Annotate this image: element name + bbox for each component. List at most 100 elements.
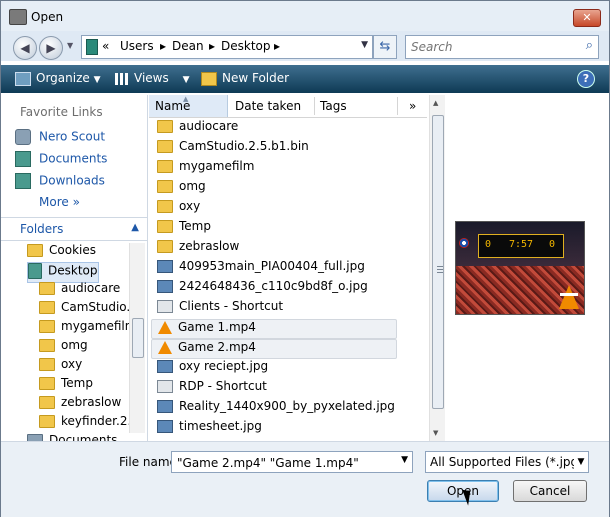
tree-item-camstudio[interactable]: CamStudio.2	[39, 300, 129, 319]
tree-item-audiocare[interactable]: audiocare	[39, 281, 120, 300]
file-list-scrollbar[interactable]: ▲ ▼	[429, 95, 445, 441]
refresh-button[interactable]: ⇆	[373, 35, 397, 59]
help-button[interactable]: ?	[577, 70, 595, 88]
column-name[interactable]: Name	[155, 99, 190, 113]
folder-icon	[157, 120, 173, 133]
more-favorites-link[interactable]: More »	[39, 195, 80, 209]
column-tags[interactable]: Tags	[320, 99, 347, 113]
file-name-combobox[interactable]: ▼	[171, 451, 413, 473]
cancel-button[interactable]: Cancel	[513, 480, 587, 502]
file-name: 409953main_PIA00404_full.jpg	[179, 259, 365, 273]
file-row[interactable]: 409953main_PIA00404_full.jpg	[151, 259, 395, 277]
breadcrumb-overflow[interactable]: «	[102, 39, 109, 53]
title-bar: Open ✕	[1, 1, 609, 31]
file-list: ▲ Name Date taken Tags » audiocare CamStu…	[149, 95, 427, 441]
tree-item-temp[interactable]: Temp	[39, 376, 93, 395]
forward-button[interactable]: ▶	[39, 36, 63, 60]
recent-pages-dropdown[interactable]: ▼	[67, 41, 73, 50]
file-row[interactable]: Game 2.mp4	[151, 339, 397, 359]
file-row[interactable]: Reality_1440x900_by_pyxelated.jpg	[151, 399, 395, 417]
tree-item-zebraslow[interactable]: zebraslow	[39, 395, 121, 414]
tree-item-mygamefilm[interactable]: mygamefilm	[39, 319, 129, 338]
new-folder-button[interactable]: New Folder	[201, 71, 289, 86]
favorite-downloads[interactable]: Downloads	[15, 173, 105, 193]
file-name: Clients - Shortcut	[179, 299, 284, 313]
folders-toggle[interactable]: Folders ▲	[1, 217, 147, 241]
column-date-taken[interactable]: Date taken	[235, 99, 301, 113]
file-type-select[interactable]: All Supported Files (*.jpg;*.jpe ▼	[425, 451, 589, 473]
tree-item-desktop[interactable]: Desktop	[27, 262, 99, 283]
back-button[interactable]: ◀	[13, 36, 37, 60]
chevron-up-icon[interactable]: ▲	[131, 222, 139, 233]
file-row[interactable]: audiocare	[151, 119, 395, 137]
folder-icon	[157, 140, 173, 153]
folder-icon	[157, 160, 173, 173]
file-row[interactable]: omg	[151, 179, 395, 197]
search-box[interactable]: ⌕	[405, 35, 599, 59]
more-columns-chevron[interactable]: »	[409, 99, 416, 113]
file-name: Game 2.mp4	[178, 340, 256, 354]
search-input[interactable]	[409, 38, 573, 56]
tree-scrollbar-thumb[interactable]	[132, 318, 144, 358]
file-list-scrollbar-thumb[interactable]	[432, 115, 444, 409]
tree-item-keyfinder[interactable]: keyfinder.2.0	[39, 414, 129, 433]
scroll-grip	[437, 266, 443, 274]
score-home: 0	[485, 239, 492, 250]
scroll-up-icon[interactable]: ▲	[433, 99, 438, 107]
chevron-down-icon[interactable]: ▼	[361, 40, 368, 50]
folder-icon	[39, 301, 55, 314]
file-row[interactable]: RDP - Shortcut	[151, 379, 395, 397]
file-row[interactable]: timesheet.jpg	[151, 419, 395, 437]
file-row[interactable]: mygamefilm	[151, 159, 395, 177]
column-divider[interactable]	[397, 97, 398, 115]
tree-scrollbar[interactable]	[129, 243, 145, 433]
file-name: omg	[179, 179, 206, 193]
column-divider[interactable]	[314, 97, 315, 115]
file-name: Reality_1440x900_by_pyxelated.jpg	[179, 399, 395, 413]
file-row[interactable]: Clients - Shortcut	[151, 299, 395, 317]
breadcrumb-sep[interactable]: ▸	[160, 39, 166, 53]
file-name-input[interactable]	[175, 454, 394, 471]
shortcut-icon	[157, 300, 173, 313]
folder-tree: Cookies Desktop audiocare CamStudio.2 my…	[1, 243, 129, 441]
breadcrumb-desktop[interactable]: Desktop	[221, 39, 271, 53]
file-row[interactable]: Temp	[151, 219, 395, 237]
file-row[interactable]: CamStudio.2.5.b1.bin	[151, 139, 395, 157]
file-name: RDP - Shortcut	[179, 379, 267, 393]
file-row[interactable]: Game 1.mp4	[151, 319, 397, 339]
navigation-pane: Favorite Links Nero Scout Documents Down…	[1, 95, 148, 441]
file-row[interactable]: oxy reciept.jpg	[151, 359, 395, 377]
close-button[interactable]: ✕	[573, 9, 601, 27]
breadcrumb-users[interactable]: Users	[120, 39, 154, 53]
breadcrumb[interactable]: « Users ▸ Dean ▸ Desktop ▸ ▼	[81, 35, 373, 59]
file-row[interactable]: 2424648436_c110c9bd8f_o.jpg	[151, 279, 395, 297]
file-name: CamStudio.2.5.b1.bin	[179, 139, 309, 153]
tree-item-omg[interactable]: omg	[39, 338, 88, 357]
folder-icon	[39, 377, 55, 390]
favorite-nero-scout[interactable]: Nero Scout	[15, 129, 105, 149]
search-icon[interactable]: ⌕	[586, 38, 593, 53]
file-row[interactable]: oxy	[151, 199, 395, 217]
tree-item-documents[interactable]: Documents	[27, 433, 117, 441]
breadcrumb-sep[interactable]: ▸	[274, 39, 280, 53]
tree-item-oxy[interactable]: oxy	[39, 357, 82, 376]
file-row[interactable]: zebraslow	[151, 239, 395, 257]
file-name: audiocare	[179, 119, 239, 133]
vlc-cone-icon	[559, 285, 579, 309]
command-bar: Organize ▼ Views ▼ New Folder ?	[1, 65, 609, 93]
scroll-down-icon[interactable]: ▼	[433, 429, 438, 437]
chevron-down-icon[interactable]: ▼	[574, 452, 588, 472]
folder-icon	[157, 240, 173, 253]
chevron-down-icon[interactable]: ▼	[401, 455, 408, 465]
file-name: zebraslow	[179, 239, 240, 253]
downloads-icon	[15, 173, 31, 189]
column-header: ▲ Name Date taken Tags »	[149, 95, 427, 118]
organize-menu[interactable]: Organize ▼	[15, 71, 101, 86]
breadcrumb-sep[interactable]: ▸	[209, 39, 215, 53]
image-file-icon	[157, 280, 173, 293]
score-away: 0	[549, 239, 556, 250]
favorite-documents[interactable]: Documents	[15, 151, 107, 171]
tree-item-cookies[interactable]: Cookies	[27, 243, 96, 262]
views-menu[interactable]: Views ▼	[115, 71, 189, 85]
breadcrumb-dean[interactable]: Dean	[172, 39, 204, 53]
